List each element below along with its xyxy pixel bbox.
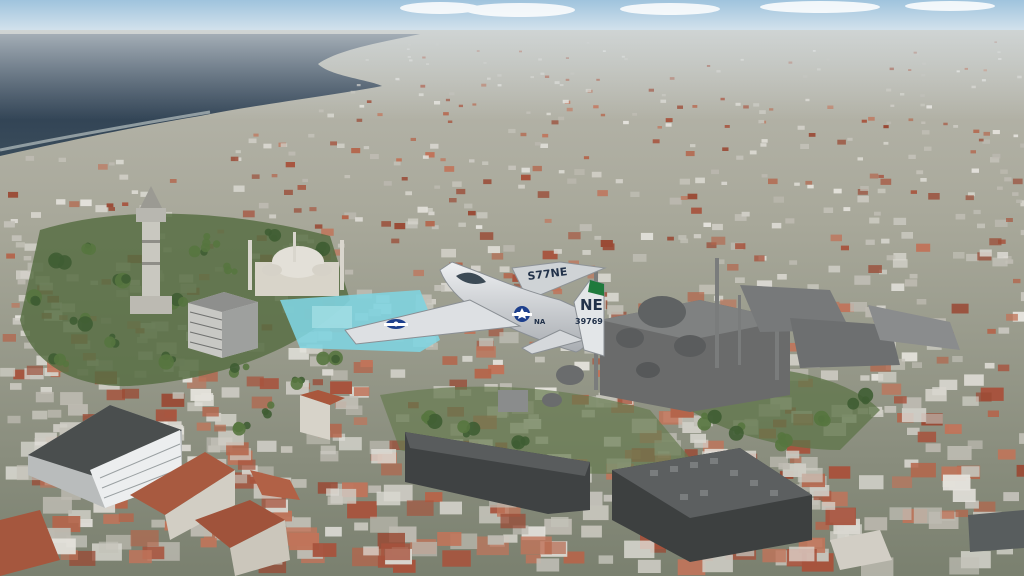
city-scenery: S77NE NE 39769 NA (0, 0, 1024, 576)
wing-mark: NA (534, 318, 546, 326)
tail-serial: 39769 (575, 317, 603, 326)
tail-code: NE (580, 296, 603, 314)
office-building (188, 292, 258, 358)
flight-sim-viewport: S77NE NE 39769 NA (0, 0, 1024, 576)
horizon-haze (0, 30, 1024, 120)
